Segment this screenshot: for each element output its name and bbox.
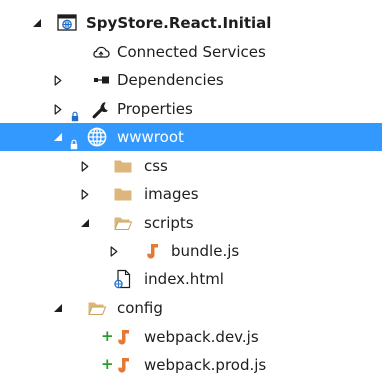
- expand-arrow-icon[interactable]: [52, 95, 64, 123]
- globe-icon: [86, 126, 108, 148]
- scripts-folder-label: scripts: [144, 214, 194, 232]
- index-html-label: index.html: [144, 270, 224, 288]
- dependencies-label: Dependencies: [117, 71, 224, 89]
- dependencies-icon: [91, 70, 111, 90]
- properties-label: Properties: [117, 100, 193, 118]
- webpack-dev-label: webpack.dev.js: [144, 328, 259, 346]
- html-file-icon: [113, 269, 133, 289]
- tree-row-properties[interactable]: Properties: [0, 95, 382, 123]
- web-project-icon: [57, 13, 77, 33]
- tree-row-bundle-js[interactable]: bundle.js: [0, 237, 382, 265]
- js-file-icon: [142, 241, 162, 261]
- js-file-icon: [113, 355, 133, 375]
- webpack-prod-label: webpack.prod.js: [144, 356, 267, 374]
- tree-row-config[interactable]: config: [0, 294, 382, 322]
- tree-row-wwwroot[interactable]: wwwroot: [0, 123, 382, 151]
- tree-row-webpack-prod[interactable]: + webpack.prod.js: [0, 351, 382, 379]
- folder-icon: [113, 156, 133, 176]
- tree-row-index-html[interactable]: index.html: [0, 265, 382, 293]
- expand-arrow-icon[interactable]: [52, 66, 64, 94]
- tree-row-project[interactable]: SpyStore.React.Initial: [0, 9, 382, 37]
- config-folder-label: config: [117, 299, 163, 317]
- tree-row-dependencies[interactable]: Dependencies: [0, 66, 382, 94]
- connected-services-label: Connected Services: [117, 43, 266, 61]
- project-label: SpyStore.React.Initial: [86, 14, 272, 32]
- js-file-icon: [113, 327, 133, 347]
- cloud-icon: [91, 42, 111, 62]
- expand-arrow-icon[interactable]: [79, 152, 91, 180]
- pending-add-icon: +: [101, 327, 114, 345]
- pending-add-icon: +: [101, 355, 114, 373]
- tree-row-webpack-dev[interactable]: + webpack.dev.js: [0, 323, 382, 351]
- wwwroot-label: wwwroot: [117, 128, 184, 146]
- collapse-arrow-icon[interactable]: [79, 209, 91, 237]
- open-folder-icon: [113, 213, 133, 233]
- css-folder-label: css: [144, 157, 168, 175]
- tree-row-scripts[interactable]: scripts: [0, 209, 382, 237]
- solution-explorer-tree: SpyStore.React.Initial Connected Service…: [0, 0, 382, 385]
- folder-icon: [113, 184, 133, 204]
- images-folder-label: images: [144, 185, 199, 203]
- bundle-js-label: bundle.js: [171, 242, 240, 260]
- collapse-arrow-icon[interactable]: [52, 294, 64, 322]
- collapse-arrow-icon[interactable]: [52, 123, 64, 151]
- collapse-arrow-icon[interactable]: [31, 9, 43, 37]
- tree-row-css[interactable]: css: [0, 152, 382, 180]
- expand-arrow-icon[interactable]: [108, 237, 120, 265]
- wrench-icon: [91, 99, 111, 119]
- expand-arrow-icon[interactable]: [79, 180, 91, 208]
- tree-row-images[interactable]: images: [0, 180, 382, 208]
- tree-row-connected-services[interactable]: Connected Services: [0, 38, 382, 66]
- open-folder-icon: [87, 298, 107, 318]
